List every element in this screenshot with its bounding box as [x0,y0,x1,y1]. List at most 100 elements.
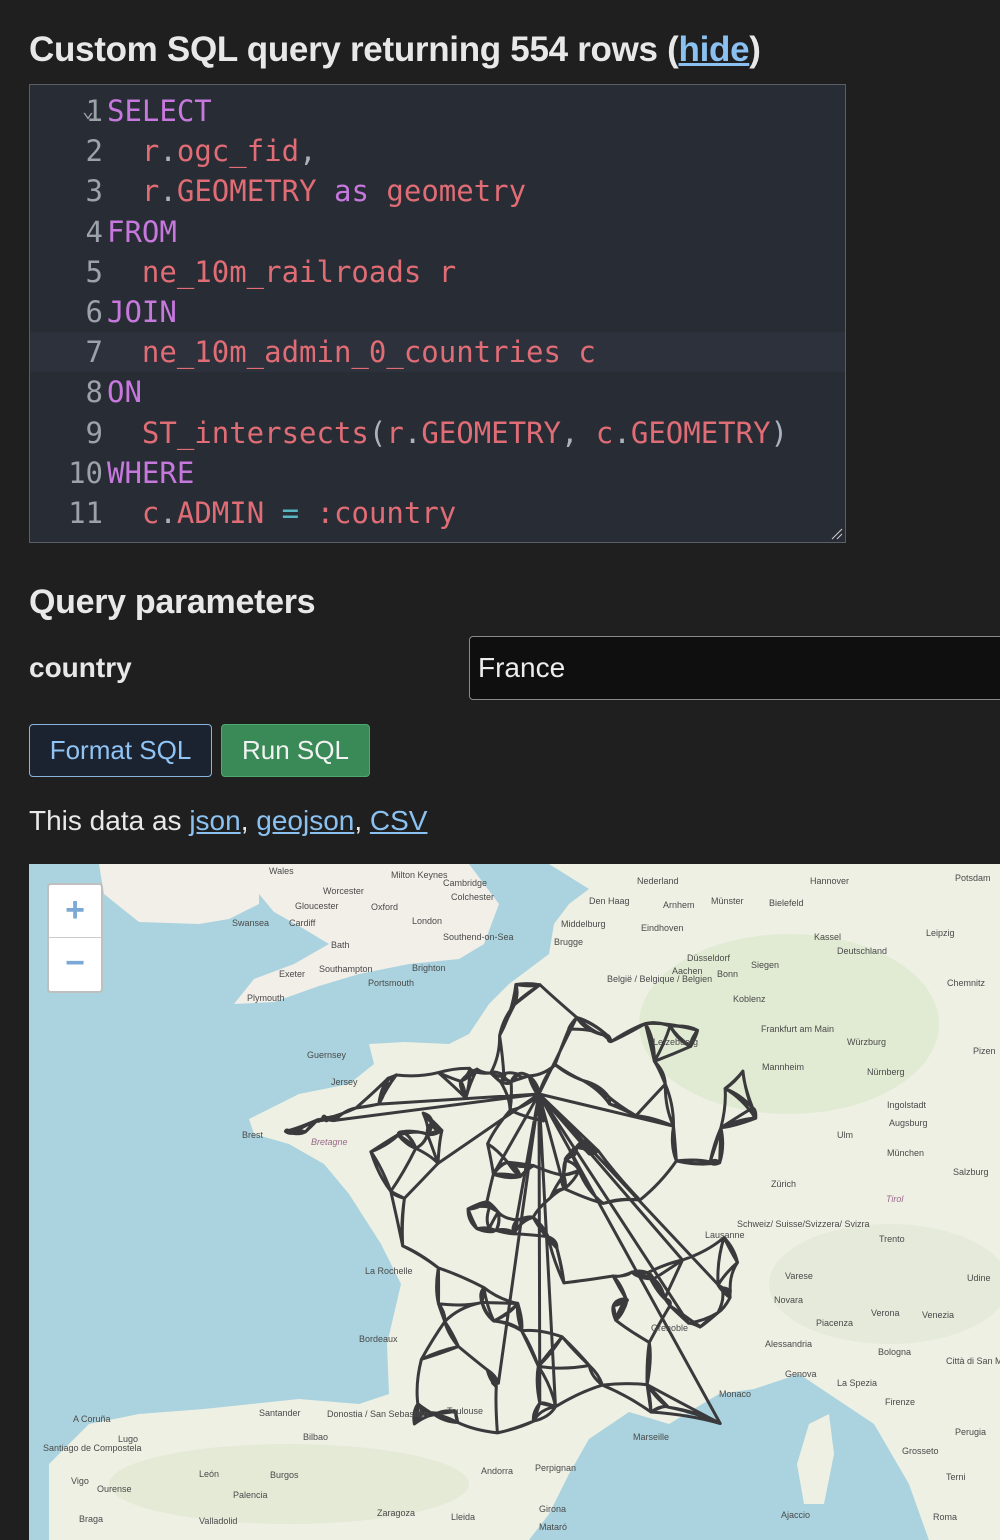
code-line[interactable]: 1 ⌄ SELECT [30,91,845,131]
resize-handle-icon[interactable] [829,526,843,540]
zoom-out-button[interactable]: − [49,938,101,990]
hide-link[interactable]: hide [679,30,750,69]
place-label: Middelburg [561,919,606,929]
code-token: = [281,496,300,530]
place-label: Perpignan [535,1463,576,1473]
json-link[interactable]: json [189,805,240,836]
place-label: Braga [79,1514,103,1524]
place-label: Verona [871,1308,900,1318]
run-sql-button[interactable]: Run SQL [221,724,370,777]
zoom-in-button[interactable]: + [49,885,101,938]
place-label: Milton Keynes [391,870,448,880]
place-label: Exeter [279,969,305,979]
place-label: Piacenza [816,1318,853,1328]
code-line[interactable]: 10 WHERE [30,453,845,493]
code-token: r [438,254,457,289]
code-token: as [334,174,369,209]
code-line[interactable]: 11 c.ADMIN = :country [30,493,845,533]
place-label: Chemnitz [947,978,986,988]
code-token: ADMIN [176,496,265,530]
place-label: Southampton [319,964,373,974]
place-label: Nederland [637,876,679,886]
place-label: Lleida [451,1512,475,1522]
place-label: Santander [259,1408,301,1418]
code-text: FROM [107,212,177,252]
place-label: Guernsey [307,1050,347,1060]
place-label: Worcester [323,886,364,896]
line-number: 2 [85,134,103,169]
place-label: Siegen [751,960,779,970]
place-label: Genova [785,1369,817,1379]
export-links: This data as json, geojson, CSV [29,805,427,837]
code-line[interactable]: 9 ST_intersects(r.GEOMETRY, c.GEOMETRY) [30,413,845,453]
line-number: 8 [85,375,103,410]
place-label: Zaragoza [377,1508,415,1518]
sql-editor[interactable]: 1 ⌄ SELECT 2 r.ogc_fid, 3 r.GEOMETRY as geom… [29,84,846,543]
code-text: c.ADMIN = :country [107,493,456,533]
place-label: Potsdam [955,873,991,883]
code-line[interactable]: 3 r.GEOMETRY as geometry [30,171,845,211]
country-input[interactable]: France [469,636,1000,700]
map[interactable]: Wales Milton Keynes Cambridge Worcester Colc… [29,864,1000,1540]
code-token: , [561,415,596,450]
place-label: Toulouse [447,1406,483,1416]
code-token: FROM [107,214,177,249]
map-canvas[interactable]: Wales Milton KeynesCambridge Worcester Colc… [29,864,1000,1540]
place-label: Marseille [633,1432,669,1442]
format-sql-button[interactable]: Format SQL [29,724,212,777]
place-label: Leipzig [926,928,955,938]
export-sep-2: , [354,805,370,836]
geojson-link[interactable]: geojson [256,805,354,836]
line-number: 5 [85,254,103,289]
code-token: . [403,415,422,450]
code-token: ON [107,375,142,410]
code-line[interactable]: 5 ne_10m_railroads r [30,252,845,292]
code-line[interactable]: 7 ne_10m_admin_0_countries c [30,332,845,373]
place-label: Santiago de Compostela [43,1443,142,1453]
code-text: WHERE [107,453,194,493]
place-label: Ajaccio [781,1510,810,1520]
place-label: Mataró [539,1522,567,1532]
line-number: 3 [85,174,103,209]
code-token: SELECT [107,94,212,128]
place-label: Monaco [719,1389,751,1399]
code-token: . [159,134,177,169]
title-text: Custom SQL query returning 554 rows ( [29,30,679,69]
place-label: Den Haag [589,896,630,906]
place-label: Swansea [232,918,269,928]
place-label: Terni [946,1472,966,1482]
place-label: Novara [774,1295,803,1305]
place-label: Eindhoven [641,923,684,933]
csv-link[interactable]: CSV [370,805,428,836]
code-line[interactable]: 6 JOIN [30,292,845,332]
line-number: 10 [68,455,103,490]
place-label: Perugia [955,1427,986,1437]
zoom-control: + − [47,883,103,993]
place-label: Brighton [412,963,446,973]
place-label: Würzburg [847,1037,886,1047]
place-label: Firenze [885,1397,915,1407]
code-token: ogc_fid [176,134,300,169]
place-label: Salzburg [953,1167,989,1177]
place-label: Ingolstadt [887,1100,927,1110]
code-line[interactable]: 4 FROM [30,212,845,252]
code-line[interactable]: 8 ON [30,372,845,412]
code-text: JOIN [107,292,177,332]
place-label: Colchester [451,892,494,902]
line-number: 11 [68,496,103,530]
code-token: r [141,134,160,169]
code-line[interactable]: 2 r.ogc_fid, [30,131,845,171]
fold-chevron-icon[interactable]: ⌄ [82,90,94,130]
place-label: Alessandria [765,1339,812,1349]
code-token: ( [368,415,387,450]
land-corsica [797,1414,834,1504]
place-label: Roma [933,1512,957,1522]
